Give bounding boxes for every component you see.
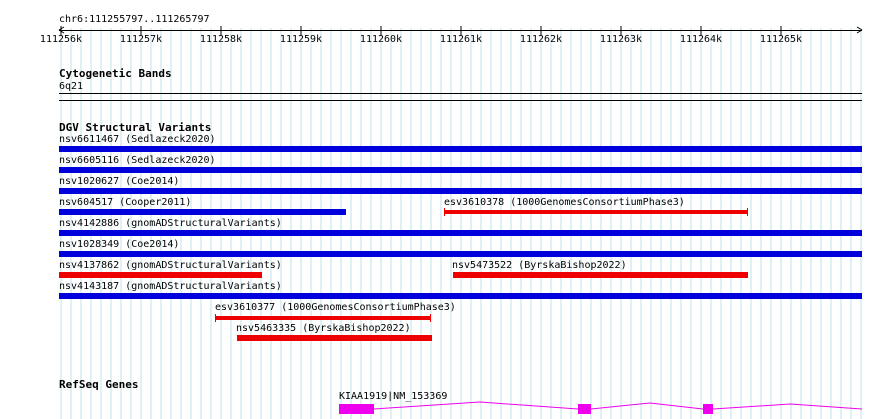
genome-track-view: chr6:111255797..111265797 111256k 111257k…	[0, 0, 890, 419]
gene-introns	[373, 401, 863, 410]
gene-model[interactable]	[0, 0, 890, 419]
